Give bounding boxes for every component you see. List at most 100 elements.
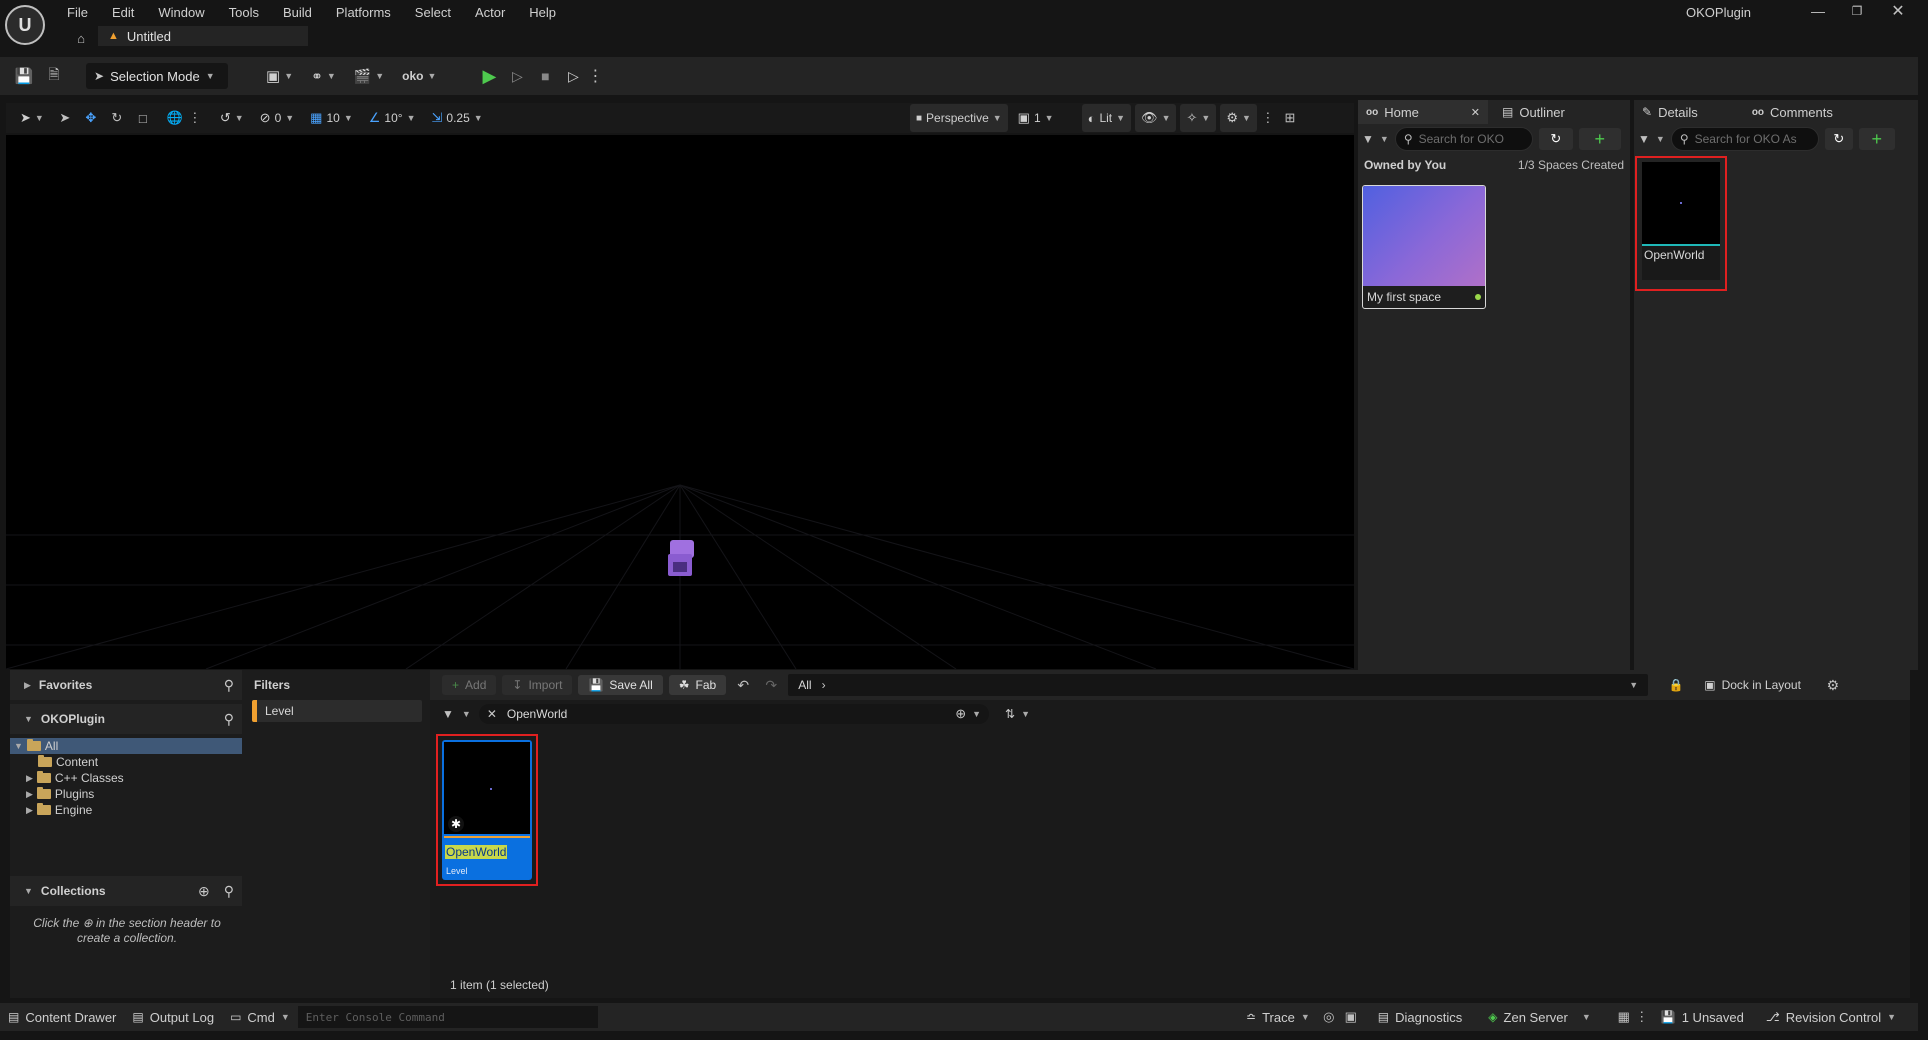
cursor-icon[interactable]: ➤ xyxy=(54,110,76,126)
search-icon[interactable]: ⚲ xyxy=(224,677,234,694)
eject-icon[interactable]: ▷ xyxy=(562,64,584,88)
add-filter-icon[interactable]: ⊕ xyxy=(955,706,966,722)
search-icon[interactable]: ⚲ xyxy=(224,711,234,728)
level-tab[interactable]: ▲ Untitled xyxy=(98,26,308,46)
chevron-down-icon[interactable]: ▼ xyxy=(1656,134,1665,144)
breadcrumb-all[interactable]: All xyxy=(798,678,811,692)
camera-speed-button[interactable]: ▣ 1 ▼ xyxy=(1012,104,1060,132)
world-icon[interactable]: 🌐 xyxy=(164,110,186,126)
path-breadcrumb[interactable]: All › ▼ xyxy=(788,674,1649,696)
fab-button[interactable]: ☘ Fab xyxy=(668,675,727,695)
filter-icon[interactable]: ▼ xyxy=(1362,132,1374,146)
player-start-icon[interactable] xyxy=(666,540,696,578)
menu-select[interactable]: Select xyxy=(403,5,463,20)
zen-server-dropdown[interactable]: ◈ Zen Server ▼ xyxy=(1480,1010,1598,1025)
translate-snap-button[interactable]: ⊘ 0 ▼ xyxy=(254,104,301,132)
forward-icon[interactable]: ↷ xyxy=(760,677,782,694)
menu-file[interactable]: File xyxy=(55,5,100,20)
revision-control-dropdown[interactable]: ⎇ Revision Control ▼ xyxy=(1758,1010,1904,1025)
close-window-icon[interactable]: ✕ xyxy=(1886,0,1910,22)
asset-tile-openworld[interactable]: ✱ OpenWorld Level xyxy=(442,740,532,880)
gear-icon[interactable]: ⚙ xyxy=(1819,677,1847,694)
unsaved-button[interactable]: 💾 1 Unsaved xyxy=(1653,1010,1752,1025)
save-all-button[interactable]: 💾 Save All xyxy=(578,675,663,695)
rotation-snap-button[interactable]: ∠ 10° ▼ xyxy=(363,104,422,132)
filter-icon[interactable]: ▼ xyxy=(1638,132,1650,146)
cinematics-button[interactable]: 🎬 ▼ xyxy=(348,62,390,90)
network-icon[interactable]: ▦ xyxy=(1613,1009,1635,1025)
add-asset-button[interactable]: + xyxy=(1858,128,1895,150)
tree-item-engine[interactable]: ▶ Engine xyxy=(10,802,242,818)
more-icon[interactable]: ⋮ xyxy=(1635,1009,1649,1025)
restore-icon[interactable]: ❐ xyxy=(1845,0,1869,22)
home-icon[interactable]: ⌂ xyxy=(72,30,90,46)
clear-search-icon[interactable]: ✕ xyxy=(487,707,497,721)
menu-help[interactable]: Help xyxy=(517,5,568,20)
refresh-button[interactable]: ↻ xyxy=(1824,128,1853,150)
move-icon[interactable]: ✥ xyxy=(80,110,102,126)
import-button[interactable]: ↧ Import xyxy=(502,675,573,695)
save-icon[interactable]: 💾 xyxy=(12,64,36,88)
chevron-down-icon[interactable]: ▼ xyxy=(972,709,981,719)
scale-icon[interactable]: □ xyxy=(132,111,154,126)
menu-window[interactable]: Window xyxy=(146,5,216,20)
menu-tools[interactable]: Tools xyxy=(217,5,271,20)
viewport-settings-button[interactable]: ⚙ ▼ xyxy=(1220,104,1257,132)
tree-item-all[interactable]: ▼ All xyxy=(10,738,242,754)
grid-snap-button[interactable]: ▦ 10 ▼ xyxy=(304,104,359,132)
blueprint-button[interactable]: ⚭ ▼ xyxy=(305,62,342,90)
layout-icon[interactable]: ⊞ xyxy=(1279,110,1301,126)
menu-edit[interactable]: Edit xyxy=(100,5,146,20)
minimize-icon[interactable]: — xyxy=(1806,0,1830,22)
cmd-dropdown[interactable]: ▭ Cmd ▼ xyxy=(222,1010,298,1025)
back-icon[interactable]: ↶ xyxy=(732,677,754,694)
close-tab-icon[interactable]: ✕ xyxy=(1471,106,1480,119)
stop-icon[interactable]: ■ xyxy=(534,64,556,88)
tab-comments[interactable]: oo Comments xyxy=(1744,100,1841,124)
lock-icon[interactable]: 🔒 xyxy=(1662,678,1690,692)
trace-dropdown[interactable]: ≏ Trace ▼ xyxy=(1238,1010,1318,1025)
tree-item-content[interactable]: Content xyxy=(10,754,242,770)
more-icon[interactable]: ⋮ xyxy=(1261,110,1275,126)
home-search-input[interactable]: ⚲ Search for OKO xyxy=(1394,127,1533,151)
level-viewport[interactable] xyxy=(6,135,1354,669)
tab-outliner[interactable]: ▤ Outliner xyxy=(1494,100,1573,124)
rotate-icon[interactable]: ↻ xyxy=(106,110,128,126)
select-tool-dropdown[interactable]: ➤ ▼ xyxy=(14,104,50,132)
more-icon[interactable]: ⋮ xyxy=(188,110,201,126)
performance-button[interactable]: ✧ ▼ xyxy=(1180,104,1217,132)
output-log-button[interactable]: ▤ Output Log xyxy=(124,1010,222,1025)
tree-item-cpp[interactable]: ▶ C++ Classes xyxy=(10,770,242,786)
tree-item-plugins[interactable]: ▶ Plugins xyxy=(10,786,242,802)
tab-details[interactable]: ✎ Details xyxy=(1634,100,1706,124)
details-asset-card[interactable]: OpenWorld xyxy=(1642,162,1720,280)
content-drawer-button[interactable]: ▤ Content Drawer xyxy=(0,1010,124,1025)
scale-snap-button[interactable]: ⇲ 0.25 ▼ xyxy=(425,104,488,132)
filter-level-chip[interactable]: Level xyxy=(252,700,422,722)
show-flags-button[interactable]: 👁 ▼ xyxy=(1135,104,1177,132)
console-input[interactable]: Enter Console Command xyxy=(297,1006,598,1028)
asset-search-input[interactable]: ✕ OpenWorld ⊕ ▼ xyxy=(478,704,990,724)
sort-button[interactable]: ⇅ ▼ xyxy=(1005,707,1030,721)
project-header[interactable]: ▼ OKOPlugin ⚲ xyxy=(10,704,242,734)
more-options-icon[interactable]: ⋮ xyxy=(587,64,603,88)
favorites-header[interactable]: ▶ Favorites ⚲ xyxy=(10,670,242,700)
browse-icon[interactable]: 🗎 xyxy=(42,64,66,88)
space-card[interactable]: My first space xyxy=(1362,185,1486,309)
search-icon[interactable]: ⚲ xyxy=(224,883,234,900)
asset-name[interactable]: OpenWorld xyxy=(445,845,508,859)
add-collection-icon[interactable]: ⊕ xyxy=(198,883,210,900)
menu-actor[interactable]: Actor xyxy=(463,5,517,20)
refresh-button[interactable]: ↻ xyxy=(1538,128,1573,150)
details-search-input[interactable]: ⚲ Search for OKO As xyxy=(1670,127,1819,151)
menu-platforms[interactable]: Platforms xyxy=(324,5,403,20)
selection-mode-button[interactable]: ➤ Selection Mode ▼ xyxy=(86,63,228,89)
record-icon[interactable]: ◎ xyxy=(1318,1009,1340,1025)
dock-in-layout-button[interactable]: ▣ Dock in Layout xyxy=(1704,678,1801,692)
screenshot-icon[interactable]: ▣ xyxy=(1340,1009,1362,1025)
diagnostics-button[interactable]: ▤ Diagnostics xyxy=(1370,1010,1471,1025)
lit-button[interactable]: ◐ Lit ▼ xyxy=(1081,104,1132,132)
collections-header[interactable]: ▼ Collections ⊕ ⚲ xyxy=(10,876,242,906)
add-space-button[interactable]: + xyxy=(1578,128,1621,150)
unreal-logo-icon[interactable]: U xyxy=(5,5,45,45)
